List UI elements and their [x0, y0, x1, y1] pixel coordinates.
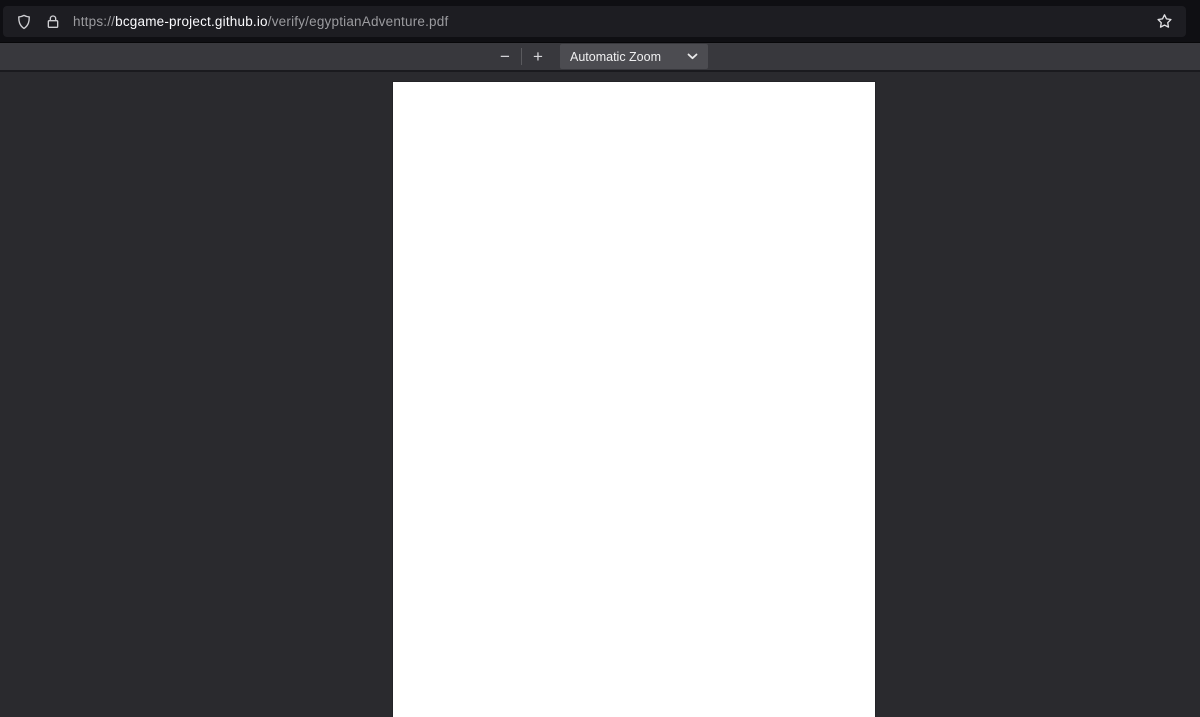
url-text[interactable]: https://bcgame-project.github.io/verify/… [73, 14, 1155, 29]
url-bar-icons [15, 13, 61, 31]
browser-chrome: https://bcgame-project.github.io/verify/… [0, 0, 1200, 42]
shield-icon[interactable] [15, 13, 33, 31]
url-domain: bcgame-project.github.io [115, 14, 268, 29]
url-bar[interactable]: https://bcgame-project.github.io/verify/… [3, 6, 1186, 37]
lock-icon[interactable] [45, 13, 61, 31]
url-protocol: https:// [73, 14, 116, 29]
chevron-down-icon [687, 53, 698, 60]
zoom-level-value: Automatic Zoom [569, 49, 661, 64]
pdf-page [393, 82, 875, 717]
zoom-out-button[interactable]: − [492, 45, 518, 69]
zoom-controls: − + Automatic Zoom [492, 44, 708, 69]
pdf-content-area[interactable] [0, 72, 1200, 717]
star-icon[interactable] [1155, 12, 1174, 31]
url-path: /verify/egyptianAdventure.pdf [267, 14, 449, 29]
pdf-toolbar: − + Automatic Zoom [0, 42, 1200, 72]
zoom-in-button[interactable]: + [525, 45, 551, 69]
zoom-level-select[interactable]: Automatic Zoom [559, 44, 708, 69]
toolbar-divider [520, 48, 522, 65]
browser-window: https://bcgame-project.github.io/verify/… [0, 0, 1200, 717]
